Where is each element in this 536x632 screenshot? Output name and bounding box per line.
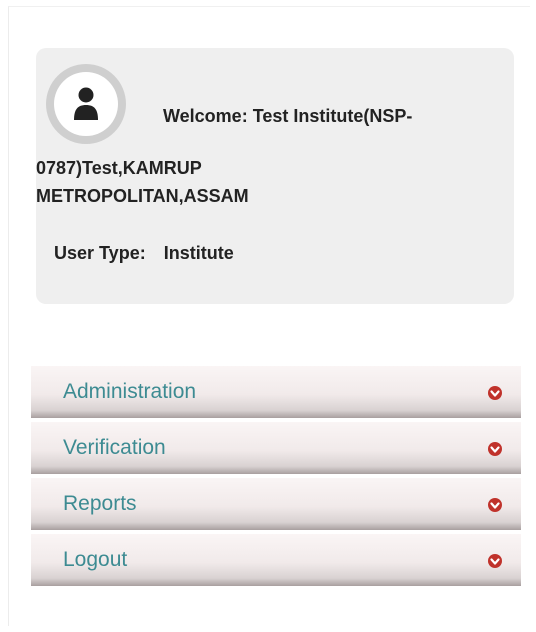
- sidebar-menu: Administration Verification Reports Logo…: [31, 366, 521, 590]
- menu-item-label: Logout: [63, 548, 128, 571]
- user-info-card: Welcome: Test Institute(NSP- 0787)Test,K…: [36, 48, 514, 304]
- welcome-text-continued: 0787)Test,KAMRUP METROPOLITAN,ASSAM: [36, 158, 249, 206]
- menu-item-label: Administration: [63, 380, 197, 403]
- avatar: [46, 64, 126, 144]
- menu-item-administration[interactable]: Administration: [31, 366, 521, 418]
- user-icon: [74, 87, 98, 120]
- circle-arrow-down-icon: [488, 554, 502, 568]
- menu-item-label: Reports: [63, 492, 137, 515]
- welcome-text: Welcome: Test Institute(NSP-: [163, 106, 413, 126]
- user-type-row: User Type: Institute: [54, 243, 234, 264]
- menu-item-logout[interactable]: Logout: [31, 534, 521, 586]
- menu-item-reports[interactable]: Reports: [31, 478, 521, 530]
- user-type-value: Institute: [163, 243, 234, 263]
- circle-arrow-down-icon: [488, 498, 502, 512]
- circle-arrow-down-icon: [488, 442, 502, 456]
- user-type-label: User Type:: [54, 243, 146, 263]
- menu-item-verification[interactable]: Verification: [31, 422, 521, 474]
- menu-item-label: Verification: [63, 436, 166, 459]
- circle-arrow-down-icon: [488, 386, 502, 400]
